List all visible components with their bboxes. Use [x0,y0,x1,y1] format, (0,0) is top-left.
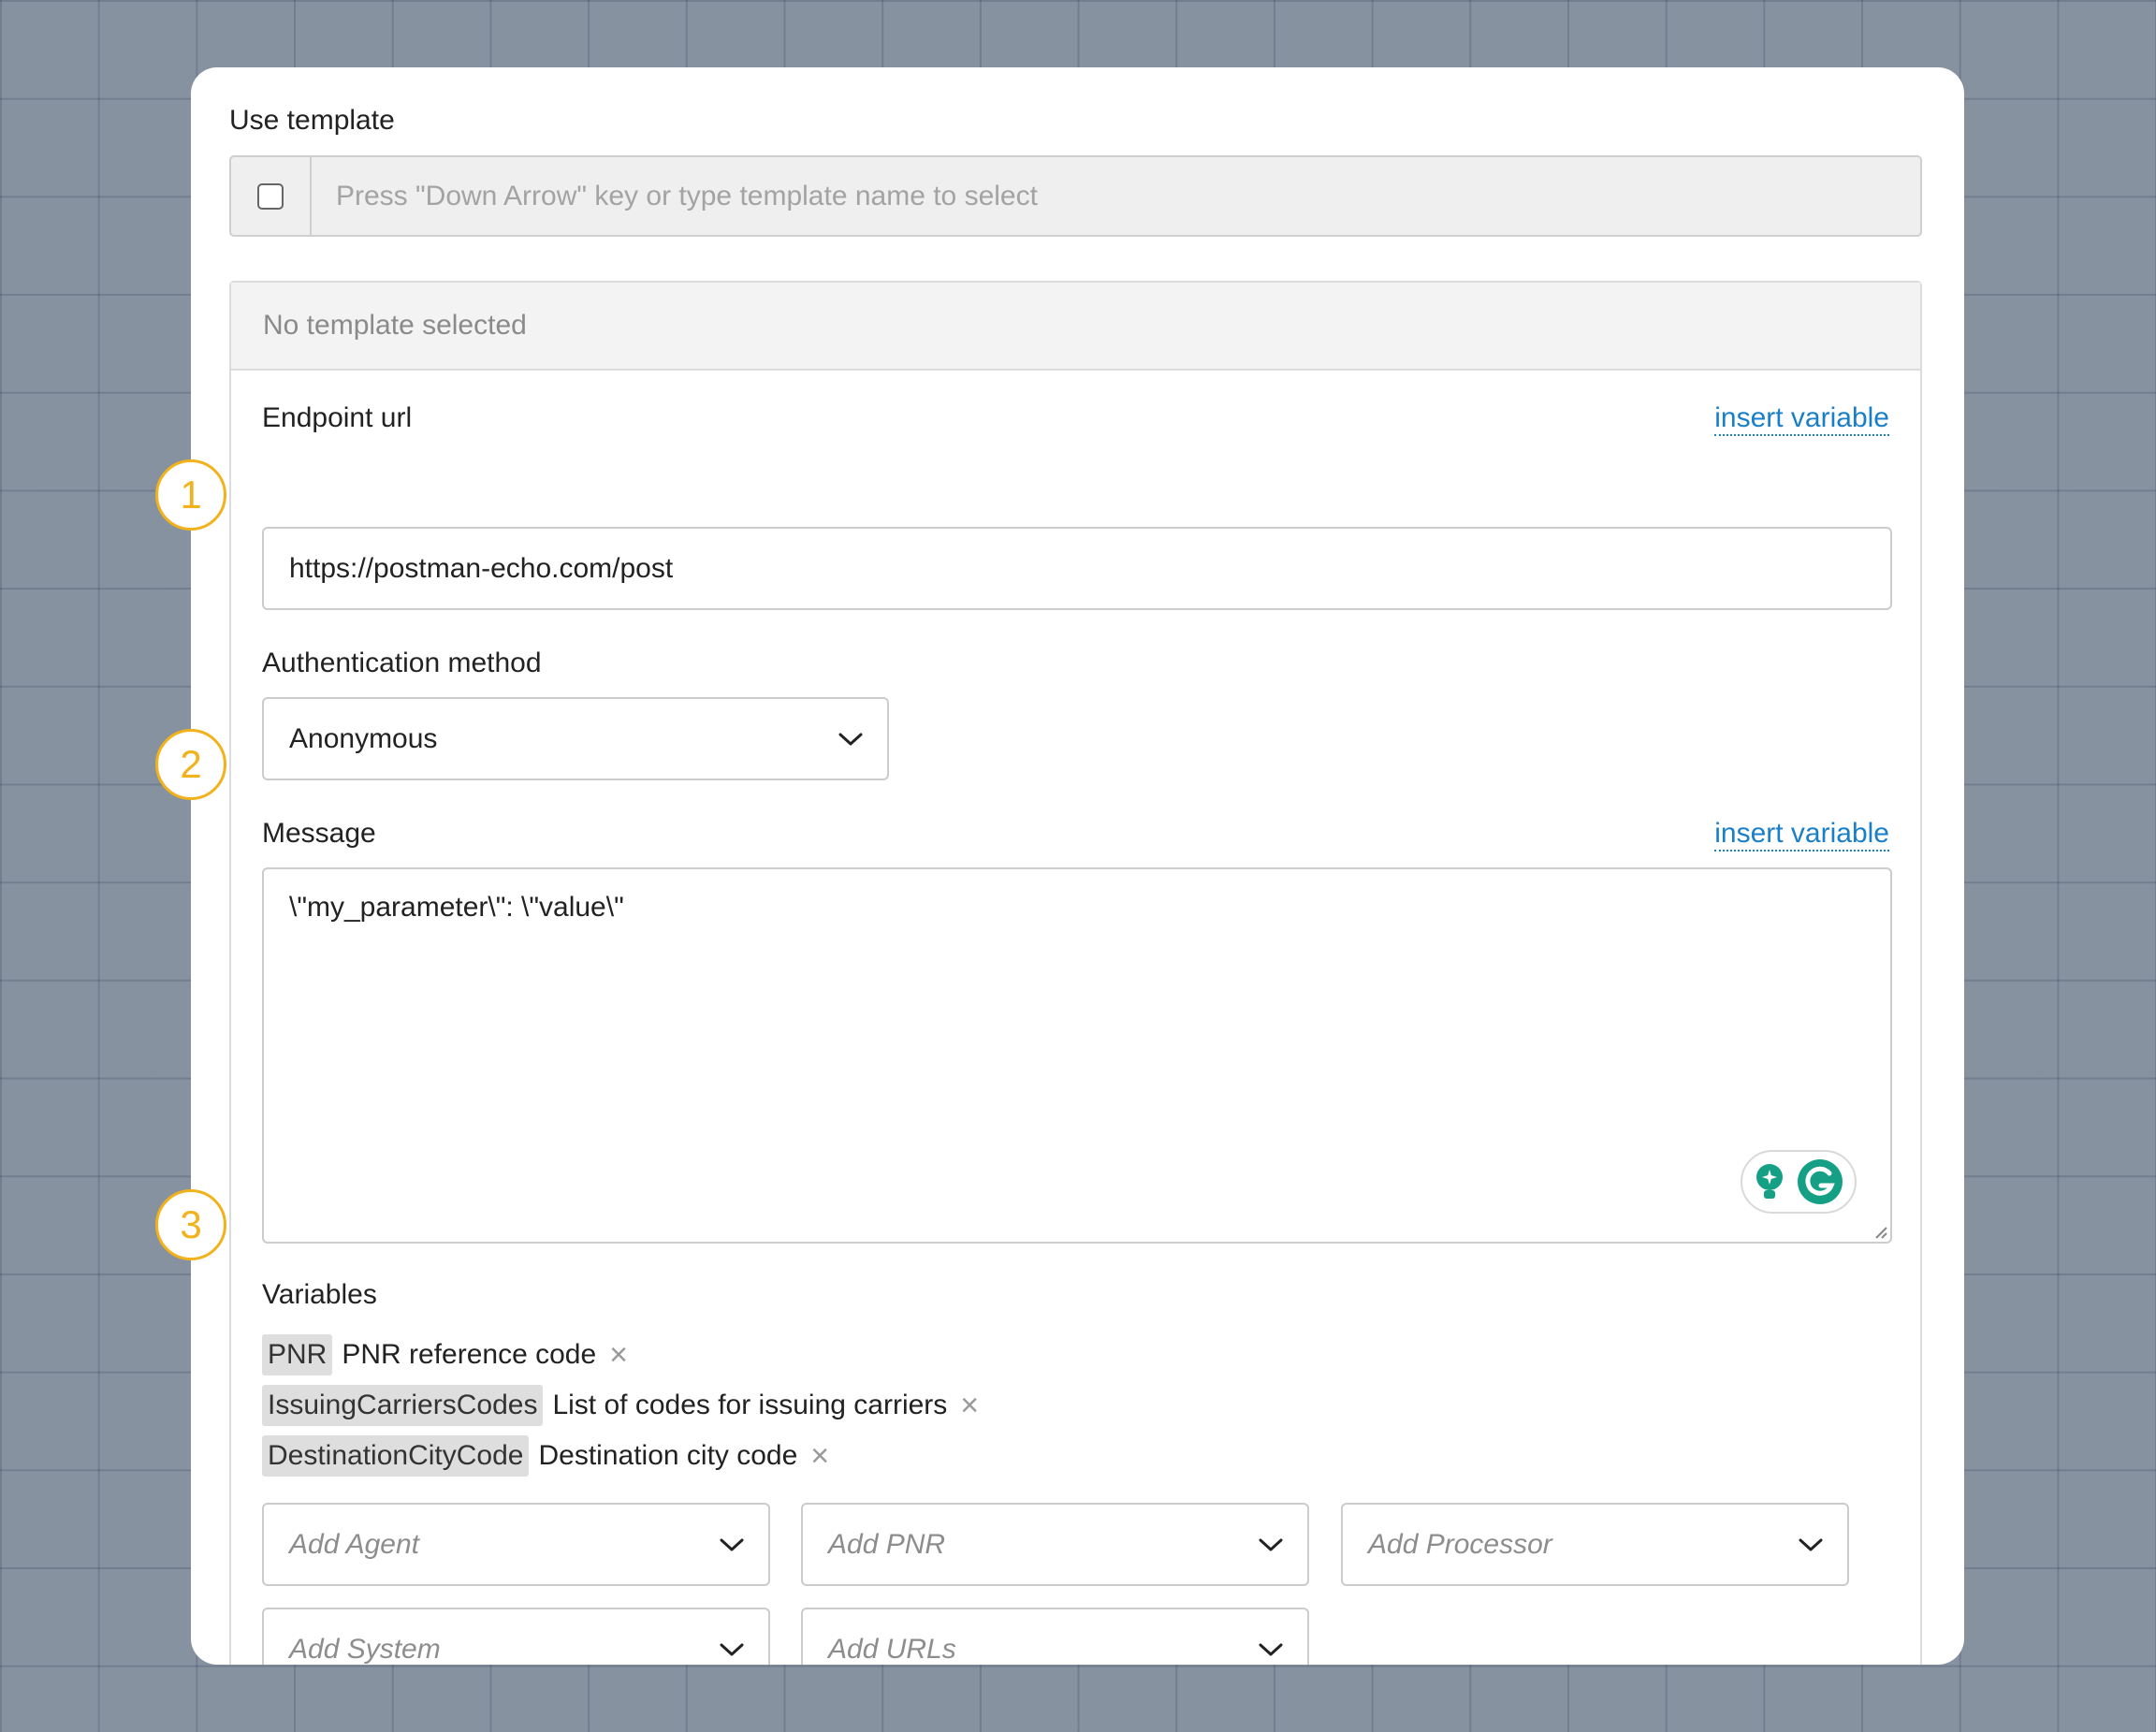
use-template-label: Use template [229,105,395,136]
lightbulb-icon [1755,1164,1783,1199]
auth-method-label: Authentication method [262,648,542,678]
variable-name-chip: DestinationCityCode [262,1435,530,1477]
message-label: Message [262,818,376,849]
variable-description: Destination city code [538,1440,798,1471]
chevron-down-icon [1259,1643,1283,1655]
variable-item: DestinationCityCode Destination city cod… [262,1435,829,1477]
endpoint-url-label: Endpoint url [262,402,413,433]
checkbox-box [257,182,284,210]
step-badge-3: 3 [155,1189,226,1260]
template-search-input[interactable] [312,157,1920,235]
add-agent-select[interactable]: Add Agent [262,1503,770,1586]
remove-variable-icon[interactable]: × [960,1390,979,1421]
chevron-down-icon [1799,1538,1823,1550]
remove-variable-icon[interactable]: × [810,1440,829,1472]
grammarly-g-icon [1798,1159,1843,1204]
step-badge-1: 1 [155,459,226,531]
template-form-card: Use template No template selected Endpoi… [191,67,1964,1665]
template-selector [229,155,1922,237]
variable-name-chip: PNR [262,1334,333,1375]
message-textarea[interactable]: \"my_parameter\": \"value\" [262,867,1892,1244]
chevron-down-icon [720,1538,744,1550]
add-agent-placeholder: Add Agent [289,1528,419,1560]
add-system-select[interactable]: Add System [262,1608,770,1665]
step-badge-2: 2 [155,729,226,800]
grammarly-widget[interactable] [1741,1150,1857,1214]
template-settings-panel: No template selected Endpoint url insert… [229,281,1922,1665]
endpoint-url-input[interactable]: https://postman-echo.com/post [262,527,1892,610]
variable-description: PNR reference code [342,1339,597,1370]
variables-label: Variables [262,1279,377,1310]
chevron-down-icon [838,733,863,745]
message-value: \"my_parameter\": \"value\" [289,892,624,923]
add-system-placeholder: Add System [289,1633,441,1665]
chevron-down-icon [1259,1538,1283,1550]
variable-item: IssuingCarriersCodes List of codes for i… [262,1385,979,1426]
add-urls-select[interactable]: Add URLs [801,1608,1309,1665]
chevron-down-icon [720,1643,744,1655]
variable-item: PNR PNR reference code × [262,1334,628,1375]
variable-description: List of codes for issuing carriers [552,1390,948,1420]
endpoint-insert-variable-link[interactable]: insert variable [1714,402,1889,436]
panel-header: No template selected [231,283,1920,371]
use-template-checkbox[interactable] [231,157,312,235]
add-processor-select[interactable]: Add Processor [1341,1503,1849,1586]
resize-handle-icon[interactable] [1872,1224,1887,1239]
variable-name-chip: IssuingCarriersCodes [262,1385,544,1426]
add-urls-placeholder: Add URLs [828,1633,956,1665]
endpoint-url-value: https://postman-echo.com/post [289,552,674,584]
auth-method-select[interactable]: Anonymous [262,697,889,780]
auth-method-value: Anonymous [289,722,438,754]
add-processor-placeholder: Add Processor [1368,1528,1552,1560]
message-insert-variable-link[interactable]: insert variable [1714,818,1889,851]
remove-variable-icon[interactable]: × [609,1339,628,1371]
add-pnr-placeholder: Add PNR [828,1528,946,1560]
add-pnr-select[interactable]: Add PNR [801,1503,1309,1586]
